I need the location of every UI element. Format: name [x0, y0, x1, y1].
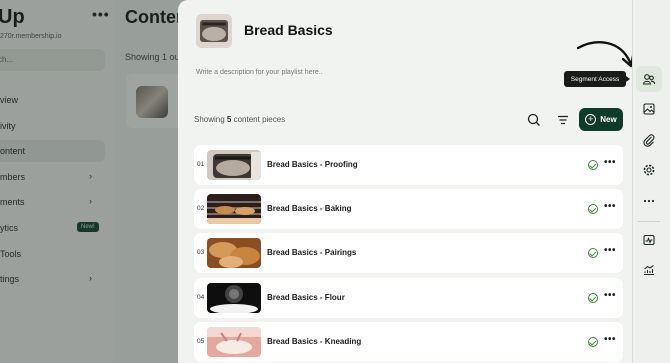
- rail-divider: [638, 221, 660, 222]
- item-number: 01: [197, 161, 205, 168]
- playlist-description-input[interactable]: Write a description for your playlist he…: [196, 69, 323, 76]
- item-number: 03: [197, 249, 205, 256]
- item-number: 05: [197, 338, 205, 345]
- item-thumbnail: [207, 150, 261, 180]
- item-title[interactable]: Bread Basics - Kneading: [267, 337, 361, 346]
- playlist-thumbnail[interactable]: [196, 14, 232, 48]
- more-options-icon[interactable]: •••: [604, 245, 616, 256]
- item-number: 02: [197, 205, 205, 212]
- more-options-icon[interactable]: •••: [604, 157, 616, 168]
- item-thumbnail: [207, 283, 261, 313]
- trend-icon[interactable]: [636, 257, 662, 283]
- showing-count: 5: [226, 115, 232, 124]
- item-thumbnail: [207, 327, 261, 357]
- check-circle-icon: [588, 337, 598, 347]
- item-title[interactable]: Bread Basics - Baking: [267, 204, 351, 213]
- image-icon[interactable]: [636, 96, 662, 122]
- more-options-icon[interactable]: •••: [604, 201, 616, 212]
- showing-suffix: content pieces: [233, 115, 286, 124]
- list-item[interactable]: 04 Bread Basics - Flour •••: [194, 278, 623, 318]
- list-item[interactable]: 02 Bread Basics - Baking •••: [194, 189, 623, 229]
- content-pieces-count: Showing 5 content pieces: [194, 115, 285, 124]
- curved-arrow-icon: [576, 41, 635, 68]
- item-title[interactable]: Bread Basics - Proofing: [267, 160, 358, 169]
- list-item[interactable]: 01 Bread Basics - Proofing •••: [194, 145, 623, 185]
- settings-icon[interactable]: [636, 157, 662, 183]
- more-icon[interactable]: [636, 188, 662, 214]
- sort-icon[interactable]: [555, 112, 571, 128]
- more-options-icon[interactable]: •••: [604, 334, 616, 345]
- check-circle-icon: [588, 293, 598, 303]
- item-thumbnail: [207, 194, 261, 224]
- new-button-label: New: [600, 115, 617, 124]
- check-circle-icon: [588, 248, 598, 258]
- new-content-button[interactable]: + New: [579, 108, 623, 131]
- plus-icon: +: [585, 114, 597, 125]
- list-item[interactable]: 05 Bread Basics - Kneading •••: [194, 322, 623, 362]
- list-item[interactable]: 03 Bread Basics - Pairings •••: [194, 233, 623, 273]
- segment-access-icon[interactable]: [636, 66, 662, 92]
- item-number: 04: [197, 294, 205, 301]
- item-title[interactable]: Bread Basics - Pairings: [267, 248, 356, 257]
- item-title[interactable]: Bread Basics - Flour: [267, 293, 345, 302]
- more-options-icon[interactable]: •••: [604, 290, 616, 301]
- attachment-icon[interactable]: [636, 127, 662, 153]
- analytics-icon[interactable]: [636, 227, 662, 253]
- check-circle-icon: [588, 204, 598, 214]
- showing-prefix: Showing: [194, 115, 225, 124]
- playlist-title[interactable]: Bread Basics: [244, 22, 333, 38]
- search-icon[interactable]: [526, 112, 542, 128]
- segment-access-tooltip: Segment Access: [564, 71, 630, 87]
- check-circle-icon: [588, 160, 598, 170]
- item-thumbnail: [207, 238, 261, 268]
